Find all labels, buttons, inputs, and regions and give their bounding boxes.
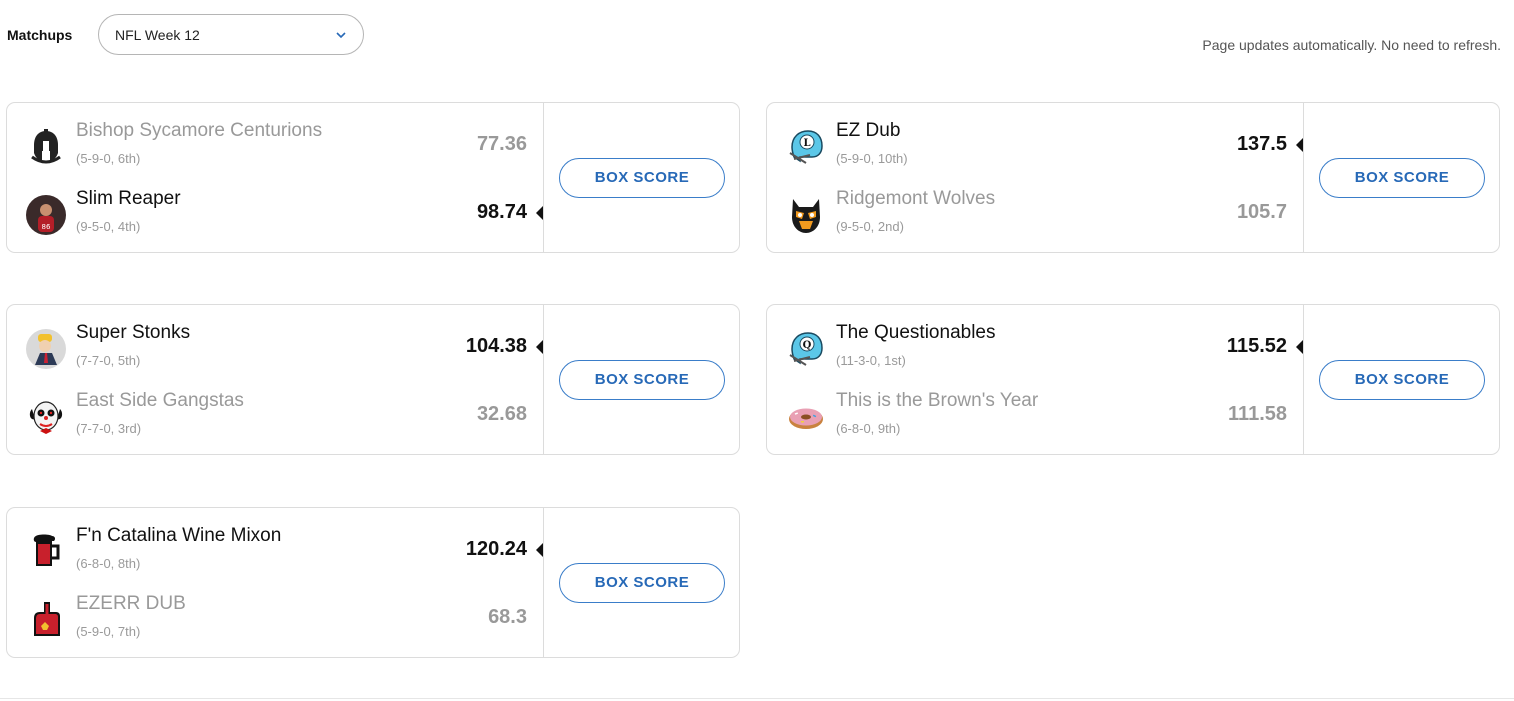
team-record: (7-7-0, 3rd) <box>76 421 142 436</box>
svg-text:86: 86 <box>42 223 51 231</box>
team-record: (5-9-0, 6th) <box>76 151 141 166</box>
team-row[interactable]: East Side Gangstas (7-7-0, 3rd) 32.68 <box>7 387 543 447</box>
page-bottom-border <box>0 698 1514 699</box>
team-record: (6-8-0, 9th) <box>836 421 901 436</box>
auto-update-note: Page updates automatically. No need to r… <box>1202 37 1501 53</box>
football-helmet-q-icon: Q <box>786 329 826 369</box>
team-record: (7-7-0, 5th) <box>76 353 141 368</box>
team-score: 98.74 <box>476 201 527 223</box>
team-row[interactable]: EZERR DUB (5-9-0, 7th) 68.3 <box>7 590 543 650</box>
clown-mask-icon <box>26 397 66 437</box>
player-photo-avatar: 86 <box>26 195 66 235</box>
team-name[interactable]: This is the Brown's Year <box>836 390 1038 412</box>
team-row[interactable]: This is the Brown's Year (6-8-0, 9th) 11… <box>767 387 1303 447</box>
winner-arrow-icon <box>536 340 543 354</box>
card-divider <box>1303 103 1304 252</box>
team-row[interactable]: Ridgemont Wolves (9-5-0, 2nd) 105.7 <box>767 185 1303 245</box>
week-select-value: NFL Week 12 <box>115 27 200 43</box>
box-score-button[interactable]: BOX SCORE <box>559 360 725 400</box>
team-record: (5-9-0, 7th) <box>76 624 141 639</box>
team-score: 105.7 <box>1236 201 1287 223</box>
team-row[interactable]: Super Stonks (7-7-0, 5th) 104.38 <box>7 319 543 379</box>
box-score-button[interactable]: BOX SCORE <box>1319 158 1485 198</box>
matchups-header: Matchups NFL Week 12 Page updates automa… <box>0 0 1514 80</box>
team-score: 32.68 <box>476 403 527 425</box>
team-score: 111.58 <box>1228 403 1287 425</box>
team-score: 77.36 <box>476 133 527 155</box>
team-record: (9-5-0, 4th) <box>76 219 141 234</box>
matchup-card: F'n Catalina Wine Mixon (6-8-0, 8th) 120… <box>6 507 740 658</box>
box-score-button[interactable]: BOX SCORE <box>559 563 725 603</box>
team-name[interactable]: F'n Catalina Wine Mixon <box>76 525 281 547</box>
beer-mug-icon <box>26 532 66 572</box>
matchup-card: Bishop Sycamore Centurions (5-9-0, 6th) … <box>6 102 740 253</box>
team-score: 115.52 <box>1226 335 1287 357</box>
winner-arrow-icon <box>536 543 543 557</box>
team-record: (6-8-0, 8th) <box>76 556 141 571</box>
football-helmet-l-icon: L <box>786 127 826 167</box>
team-score: 104.38 <box>465 335 527 357</box>
team-row[interactable]: F'n Catalina Wine Mixon (6-8-0, 8th) 120… <box>7 522 543 582</box>
team-name[interactable]: Bishop Sycamore Centurions <box>76 120 322 142</box>
team-score: 68.3 <box>488 606 527 628</box>
week-select[interactable]: NFL Week 12 <box>98 14 364 55</box>
card-divider <box>543 508 544 657</box>
team-name[interactable]: Super Stonks <box>76 322 190 344</box>
spartan-helmet-icon <box>26 127 66 167</box>
matchups-label: Matchups <box>7 27 73 43</box>
matchup-card: L EZ Dub (5-9-0, 10th) 137.5 Ridgemont W… <box>766 102 1500 253</box>
winner-arrow-icon <box>536 206 543 220</box>
team-record: (5-9-0, 10th) <box>836 151 908 166</box>
team-name[interactable]: Slim Reaper <box>76 188 181 210</box>
matchup-card: Super Stonks (7-7-0, 5th) 104.38 East Si… <box>6 304 740 455</box>
chevron-down-icon <box>336 32 346 39</box>
team-name[interactable]: The Questionables <box>836 322 996 344</box>
box-score-button[interactable]: BOX SCORE <box>1319 360 1485 400</box>
stonks-meme-avatar <box>26 329 66 369</box>
team-name[interactable]: East Side Gangstas <box>76 390 244 412</box>
team-row[interactable]: Q The Questionables (11-3-0, 1st) 115.52 <box>767 319 1303 379</box>
svg-text:L: L <box>803 138 810 149</box>
team-score: 120.24 <box>465 538 527 560</box>
team-name[interactable]: EZERR DUB <box>76 593 186 615</box>
svg-text:Q: Q <box>803 340 812 351</box>
team-score: 137.5 <box>1236 133 1287 155</box>
winner-arrow-icon <box>1296 138 1303 152</box>
foam-finger-icon <box>26 600 66 640</box>
team-record: (11-3-0, 1st) <box>836 353 906 368</box>
box-score-button[interactable]: BOX SCORE <box>559 158 725 198</box>
team-row[interactable]: Bishop Sycamore Centurions (5-9-0, 6th) … <box>7 117 543 177</box>
matchup-card: Q The Questionables (11-3-0, 1st) 115.52… <box>766 304 1500 455</box>
team-row[interactable]: L EZ Dub (5-9-0, 10th) 137.5 <box>767 117 1303 177</box>
team-name[interactable]: Ridgemont Wolves <box>836 188 995 210</box>
card-divider <box>543 305 544 454</box>
card-divider <box>543 103 544 252</box>
card-divider <box>1303 305 1304 454</box>
team-name[interactable]: EZ Dub <box>836 120 900 142</box>
donut-icon <box>786 397 826 437</box>
winner-arrow-icon <box>1296 340 1303 354</box>
team-row[interactable]: 86 Slim Reaper (9-5-0, 4th) 98.74 <box>7 185 543 245</box>
team-record: (9-5-0, 2nd) <box>836 219 904 234</box>
wolf-mask-icon <box>786 195 826 235</box>
